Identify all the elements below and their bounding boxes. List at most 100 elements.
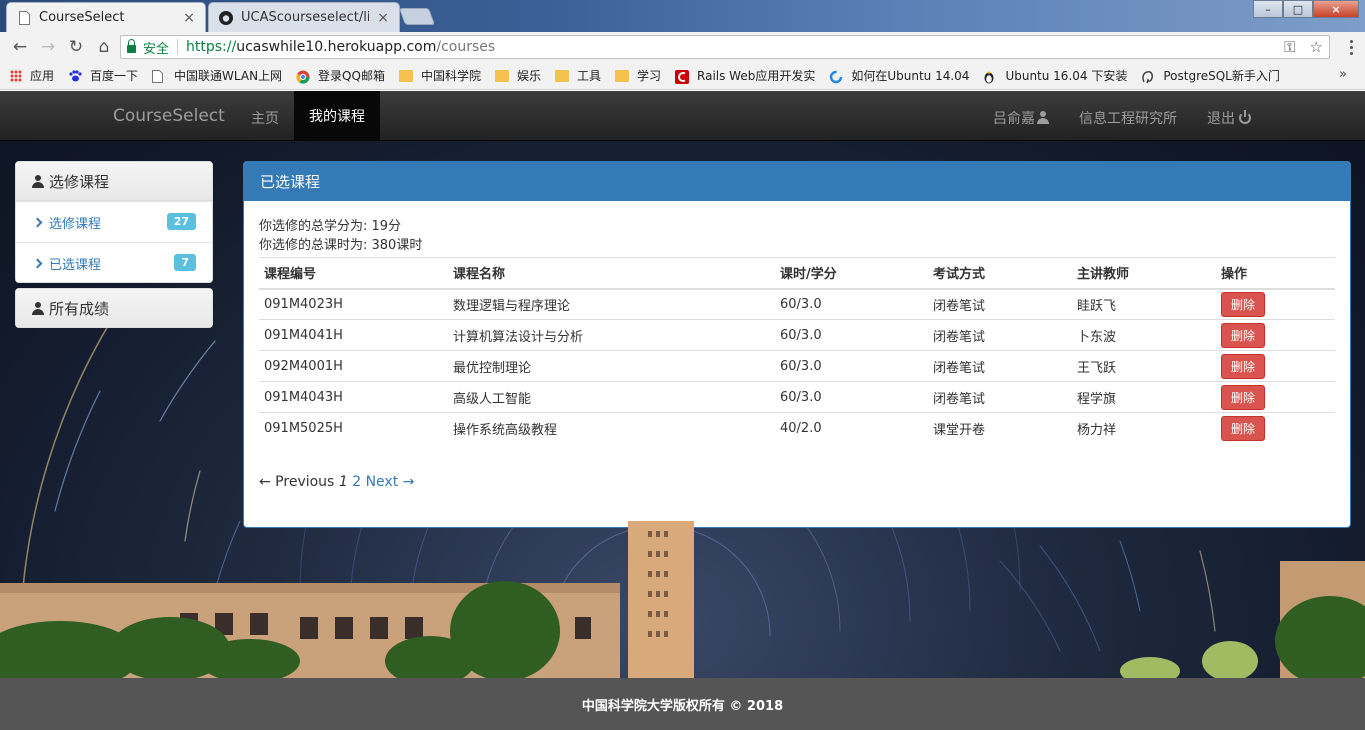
logout-label: 退出: [1207, 111, 1235, 127]
new-tab-button[interactable]: [398, 8, 436, 25]
sidebar-heading-label: 选修课程: [49, 172, 110, 191]
bookmark-label: 中国科学院: [420, 69, 481, 83]
exam-type: 课堂开卷: [928, 412, 1072, 444]
bookmark-folder-study[interactable]: 学习: [615, 67, 661, 84]
home-button[interactable]: ⌂: [90, 35, 118, 59]
course-name: 最优控制理论: [448, 350, 775, 382]
star-icon[interactable]: ☆: [1310, 38, 1323, 56]
bookmark-apps[interactable]: 应用: [10, 67, 54, 84]
brand-link[interactable]: CourseSelect: [113, 106, 225, 126]
close-icon[interactable]: ×: [377, 10, 389, 26]
delete-button[interactable]: 删除: [1221, 415, 1266, 441]
forward-button[interactable]: →: [34, 35, 62, 59]
folder-icon: [554, 69, 569, 82]
back-button[interactable]: ←: [6, 35, 34, 59]
column-header: 主讲教师: [1072, 257, 1216, 290]
divider: [177, 39, 179, 55]
maximize-button[interactable]: □: [1283, 0, 1313, 18]
summary: 你选修的总学分为: 19分 你选修的总课时为: 380课时: [259, 217, 422, 255]
minimize-button[interactable]: –: [1253, 0, 1283, 18]
course-hours: 60/3.0: [775, 319, 928, 351]
bookmark-label: Rails Web应用开发实: [697, 69, 816, 83]
delete-button[interactable]: 删除: [1221, 291, 1266, 317]
course-code: 091M5025H: [259, 412, 448, 444]
key-icon[interactable]: ⚿: [1284, 38, 1295, 56]
course-hours: 60/3.0: [775, 381, 928, 413]
exam-type: 闭卷笔试: [928, 288, 1072, 320]
course-code: 091M4023H: [259, 288, 448, 320]
site-navbar: CourseSelect 主页 我的课程 吕俞嘉 信息工程研究所 退出: [0, 91, 1365, 141]
course-code: 092M4001H: [259, 350, 448, 382]
course-name: 计算机算法设计与分析: [448, 319, 775, 351]
secure-label: 安全: [143, 41, 170, 57]
campus-scene: [0, 521, 1365, 678]
close-window-button[interactable]: ×: [1313, 0, 1359, 18]
user-icon: [32, 301, 44, 315]
column-header: 考试方式: [928, 257, 1072, 290]
page-2-link[interactable]: 2: [352, 474, 361, 490]
column-header: 课时/学分: [775, 257, 928, 290]
address-bar[interactable]: 安全 https:// ucaswhile10.herokuapp.com /c…: [120, 35, 1330, 59]
chrome-icon: [296, 70, 310, 83]
sidebar-item-elective-courses[interactable]: 选修课程 27: [16, 201, 212, 242]
bookmark-folder-cas[interactable]: 中国科学院: [398, 67, 481, 84]
folder-icon: [615, 69, 629, 82]
bookmark-unicom[interactable]: 中国联通WLAN上网: [152, 67, 282, 84]
courses-table: 课程编号 课程名称 课时/学分 考试方式 主讲教师 操作 091M4023H 数…: [259, 257, 1335, 444]
nav-logout[interactable]: 退出: [1207, 108, 1251, 128]
exam-type: 闭卷笔试: [928, 381, 1072, 413]
column-header: 课程名称: [448, 257, 775, 290]
next-page-link[interactable]: Next →: [366, 474, 415, 490]
page-icon: [17, 10, 31, 25]
chevron-right-icon: [32, 217, 43, 227]
nav-institute[interactable]: 信息工程研究所: [1079, 108, 1177, 128]
teacher: 眭跃飞: [1072, 288, 1216, 320]
count-badge: 7: [174, 254, 196, 271]
bookmark-baidu[interactable]: 百度一下: [68, 67, 138, 84]
close-icon[interactable]: ×: [183, 10, 195, 26]
bookmark-label: 登录QQ邮箱: [318, 69, 385, 83]
count-badge: 27: [166, 213, 196, 230]
bookmark-rails[interactable]: Rails Web应用开发实: [675, 67, 815, 84]
window-controls: – □ ×: [1253, 0, 1359, 18]
secure-indicator[interactable]: 安全: [127, 38, 169, 57]
bookmarks-bar: 应用 百度一下 中国联通WLAN上网 登录QQ邮箱 中国科学院 娱乐 工具 学习…: [0, 62, 1365, 90]
bookmark-label: 应用: [30, 69, 55, 83]
column-header: 操作: [1216, 257, 1335, 290]
url-host: ucaswhile10.herokuapp.com: [236, 39, 437, 55]
pagination: ← Previous 1 2 Next →: [259, 474, 414, 490]
exam-type: 闭卷笔试: [928, 319, 1072, 351]
bookmark-ubuntu-1604[interactable]: Ubuntu 16.04 下安装: [983, 67, 1127, 84]
current-page: 1: [338, 474, 348, 490]
sidebar-grades-heading[interactable]: 所有成绩: [16, 289, 212, 327]
delete-button[interactable]: 删除: [1221, 353, 1266, 379]
table-row: 092M4001H 最优控制理论 60/3.0 闭卷笔试 王飞跃 删除: [259, 350, 1335, 382]
bookmark-folder-entertainment[interactable]: 娱乐: [494, 67, 541, 84]
total-hours: 你选修的总课时为: 380课时: [259, 238, 423, 253]
menu-icon[interactable]: [1343, 36, 1359, 58]
bookmark-ubuntu-1404[interactable]: 如何在Ubuntu 14.04: [829, 67, 969, 84]
sidebar-elective-heading[interactable]: 选修课程: [16, 162, 212, 201]
table-row: 091M4023H 数理逻辑与程序理论 60/3.0 闭卷笔试 眭跃飞 删除: [259, 288, 1335, 320]
bookmark-folder-tools[interactable]: 工具: [554, 67, 601, 84]
sidebar-item-selected-courses[interactable]: 已选课程 7: [16, 242, 212, 283]
tab-courseselect[interactable]: CourseSelect ×: [6, 2, 206, 32]
bookmark-qqmail[interactable]: 登录QQ邮箱: [296, 67, 385, 84]
delete-button[interactable]: 删除: [1221, 384, 1266, 410]
bookmarks-overflow-button[interactable]: »: [1339, 67, 1347, 82]
course-code: 091M4041H: [259, 319, 448, 351]
bookmark-label: 娱乐: [516, 69, 541, 83]
table-row: 091M5025H 操作系统高级教程 40/2.0 课堂开卷 杨力祥 删除: [259, 412, 1335, 444]
delete-button[interactable]: 删除: [1221, 322, 1266, 348]
nav-my-courses[interactable]: 我的课程: [294, 91, 380, 141]
page-viewport: CourseSelect 主页 我的课程 吕俞嘉 信息工程研究所 退出 选修课程…: [0, 91, 1365, 730]
spinner-icon: [829, 70, 843, 83]
tab-github[interactable]: UCAScourseselect/lib a ×: [208, 2, 400, 32]
url-path: /courses: [436, 39, 496, 55]
browser-tabstrip: CourseSelect × UCAScourseselect/lib a × …: [0, 0, 1365, 32]
reload-button[interactable]: ↻: [62, 35, 90, 59]
nav-user[interactable]: 吕俞嘉: [993, 108, 1049, 128]
nav-home[interactable]: 主页: [251, 108, 279, 128]
bookmark-label: 中国联通WLAN上网: [174, 69, 283, 83]
bookmark-postgresql[interactable]: PostgreSQL新手入门: [1141, 67, 1280, 84]
